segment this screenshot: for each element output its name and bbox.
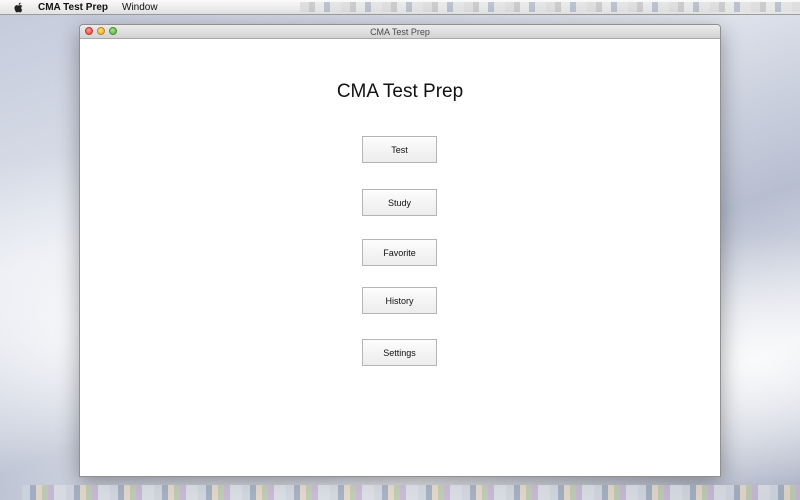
close-window-button[interactable] bbox=[85, 27, 93, 35]
menubar-status-area bbox=[300, 2, 800, 12]
menu-bar: CMA Test Prep Window bbox=[0, 0, 800, 15]
zoom-window-button[interactable] bbox=[109, 27, 117, 35]
apple-menu-icon[interactable] bbox=[8, 2, 30, 13]
menu-item-window[interactable]: Window bbox=[122, 2, 158, 13]
history-button[interactable]: History bbox=[362, 287, 437, 314]
window-title: CMA Test Prep bbox=[370, 26, 430, 37]
window-controls bbox=[85, 27, 117, 35]
dock[interactable] bbox=[22, 485, 800, 500]
main-content: CMA Test Prep Test Study Favorite Histor… bbox=[80, 39, 720, 476]
settings-button[interactable]: Settings bbox=[362, 339, 437, 366]
minimize-window-button[interactable] bbox=[97, 27, 105, 35]
study-button[interactable]: Study bbox=[362, 189, 437, 216]
test-button[interactable]: Test bbox=[362, 136, 437, 163]
favorite-button[interactable]: Favorite bbox=[362, 239, 437, 266]
app-window: CMA Test Prep CMA Test Prep Test Study F… bbox=[79, 24, 721, 477]
page-title: CMA Test Prep bbox=[336, 81, 464, 102]
menu-app-name[interactable]: CMA Test Prep bbox=[38, 2, 108, 13]
window-titlebar[interactable]: CMA Test Prep bbox=[80, 25, 720, 39]
